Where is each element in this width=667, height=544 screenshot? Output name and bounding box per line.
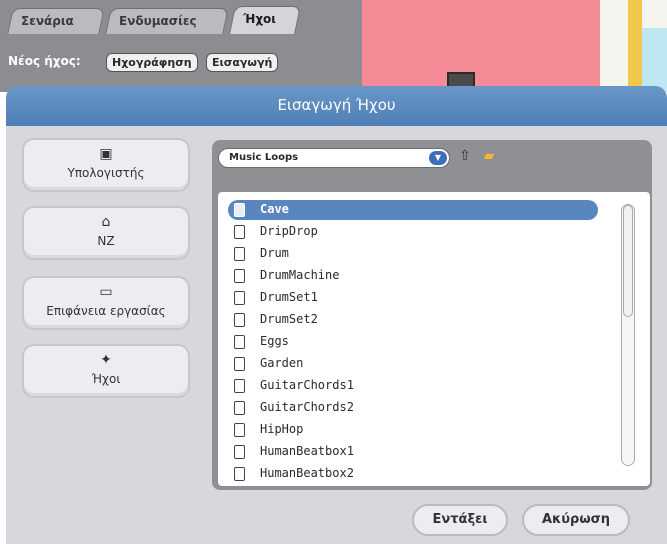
dialog-title: Εισαγωγή Ήχου xyxy=(277,96,396,114)
tab-sounds[interactable]: Ήχοι xyxy=(229,6,301,34)
sounds-folder-icon: ✦ xyxy=(100,352,112,368)
file-icon xyxy=(234,445,245,459)
tab-scripts[interactable]: Σενάρια xyxy=(7,8,105,34)
ok-button[interactable]: Εντάξει xyxy=(412,504,508,536)
cancel-button[interactable]: Ακύρωση xyxy=(522,504,630,536)
file-icon xyxy=(234,225,245,239)
file-name: Garden xyxy=(260,356,304,370)
place-sounds[interactable]: ✦ Ήχοι xyxy=(22,344,190,398)
stage-curtain-yellow xyxy=(628,0,642,92)
file-name: Eggs xyxy=(260,334,289,348)
place-label: Υπολογιστής xyxy=(67,166,145,180)
file-name: DrumSet2 xyxy=(260,312,318,326)
folder-dropdown[interactable]: Music Loops ▼ xyxy=(218,148,450,168)
new-sound-row: Νέος ήχος: Ηχογράφηση Εισαγωγή xyxy=(0,34,360,92)
file-icon xyxy=(234,291,245,305)
list-item[interactable]: HipHop xyxy=(228,420,598,440)
record-button[interactable]: Ηχογράφηση xyxy=(106,53,198,72)
file-name: HipHop xyxy=(260,422,304,436)
import-button[interactable]: Εισαγωγή xyxy=(206,53,279,72)
file-list-scrollbar[interactable] xyxy=(621,204,635,466)
place-label: Ήχοι xyxy=(91,372,121,386)
file-name: DrumSet1 xyxy=(260,290,318,304)
dialog-title-bar: Εισαγωγή Ήχου xyxy=(6,86,667,126)
list-item[interactable]: GuitarChords2 xyxy=(228,398,598,418)
computer-icon: ▣ xyxy=(99,146,113,162)
list-item[interactable]: Drum xyxy=(228,244,598,264)
chevron-down-icon: ▼ xyxy=(429,151,447,165)
new-sound-label: Νέος ήχος: xyxy=(8,54,81,68)
file-name: Cave xyxy=(260,202,289,216)
file-name: GuitarChords1 xyxy=(260,378,354,392)
list-item[interactable]: Cave xyxy=(228,200,598,220)
list-item[interactable]: GuitarChords1 xyxy=(228,376,598,396)
place-desktop[interactable]: ▭ Επιφάνεια εργασίας xyxy=(22,276,190,330)
list-item[interactable]: DripDrop xyxy=(228,222,598,242)
folder-icon: ▭ xyxy=(99,284,113,300)
scrollbar-thumb[interactable] xyxy=(623,205,633,317)
list-item[interactable]: HumanBeatbox2 xyxy=(228,464,598,484)
up-folder-icon[interactable]: ⇧ xyxy=(456,148,474,168)
place-label: NZ xyxy=(97,234,115,248)
file-name: DrumMachine xyxy=(260,268,340,282)
editor-tabs: Σενάρια Ενδυμασίες Ήχοι xyxy=(0,0,360,34)
new-folder-icon[interactable]: ▰ xyxy=(478,148,500,168)
file-name: Drum xyxy=(260,246,289,260)
place-home[interactable]: ⌂ NZ xyxy=(22,206,190,260)
file-name: GuitarChords2 xyxy=(260,400,354,414)
file-name: HumanBeatbox1 xyxy=(260,444,354,458)
list-item[interactable]: DrumSet1 xyxy=(228,288,598,308)
place-label: Επιφάνεια εργασίας xyxy=(46,304,166,318)
folder-dropdown-value: Music Loops xyxy=(229,152,299,163)
file-icon xyxy=(234,467,245,481)
list-item[interactable]: Eggs xyxy=(228,332,598,352)
file-icon xyxy=(234,269,245,283)
place-computer[interactable]: ▣ Υπολογιστής xyxy=(22,138,190,192)
home-icon: ⌂ xyxy=(101,214,111,230)
file-icon xyxy=(234,379,245,393)
file-name: DripDrop xyxy=(260,224,318,238)
list-item[interactable]: DrumSet2 xyxy=(228,310,598,330)
file-icon xyxy=(234,357,245,371)
file-icon xyxy=(234,335,245,349)
file-icon xyxy=(234,247,245,261)
tab-costumes[interactable]: Ενδυμασίες xyxy=(105,8,229,34)
list-item[interactable]: HumanBeatbox1 xyxy=(228,442,598,462)
file-icon xyxy=(234,401,245,415)
list-item[interactable]: Garden xyxy=(228,354,598,374)
file-icon xyxy=(234,203,245,217)
list-item[interactable]: DrumMachine xyxy=(228,266,598,286)
file-list: Cave DripDrop Drum DrumMachine DrumSet1 … xyxy=(218,192,650,486)
file-icon xyxy=(234,423,245,437)
file-name: HumanBeatbox2 xyxy=(260,466,354,480)
file-icon xyxy=(234,313,245,327)
